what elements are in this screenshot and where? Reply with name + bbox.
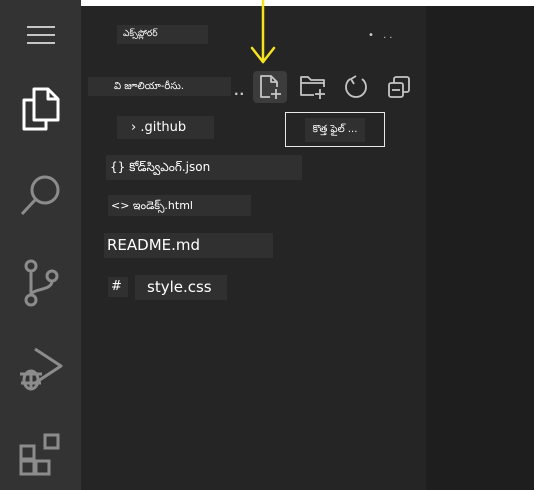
menu-icon[interactable]: [0, 24, 81, 46]
css-file-icon: #: [108, 277, 128, 297]
collapse-all-button[interactable]: [382, 71, 416, 103]
activity-bar: [0, 0, 81, 490]
tree-item-html[interactable]: <> ఇండెక్స్.html: [108, 195, 251, 216]
new-folder-button[interactable]: [296, 71, 330, 103]
folder-header[interactable]: వి జూలియా-రీసు.: [88, 77, 231, 96]
editor-area: [426, 6, 534, 490]
extensions-icon[interactable]: [0, 432, 81, 478]
new-folder-icon: [300, 76, 325, 99]
collapse-all-icon: [388, 76, 410, 98]
tree-item-readme[interactable]: README.md: [104, 233, 273, 258]
new-file-icon: [260, 75, 281, 99]
tooltip-text: కొత్త ఫైల్ ...: [304, 117, 366, 142]
new-file-button[interactable]: [253, 71, 287, 103]
refresh-icon: [345, 75, 367, 98]
search-icon[interactable]: [0, 172, 81, 218]
tree-item-github[interactable]: › .github: [117, 116, 214, 139]
refresh-button[interactable]: [339, 71, 373, 103]
tree-item-css[interactable]: style.css: [135, 275, 227, 300]
files-icon[interactable]: [0, 86, 81, 132]
source-control-icon[interactable]: [0, 258, 81, 308]
explorer-title: ఎక్స్‌ప్లోరర్: [117, 25, 208, 44]
new-file-tooltip: కొత్త ఫైల్ ...: [285, 112, 385, 147]
folder-ellipsis: ..: [234, 84, 246, 98]
run-debug-icon[interactable]: [0, 345, 81, 393]
tree-item-json[interactable]: {} కోడ్‌స్విఎంగ్.json: [106, 155, 302, 180]
more-actions-button[interactable]: • ..: [368, 30, 395, 41]
arrow-down-icon: [250, 0, 276, 70]
